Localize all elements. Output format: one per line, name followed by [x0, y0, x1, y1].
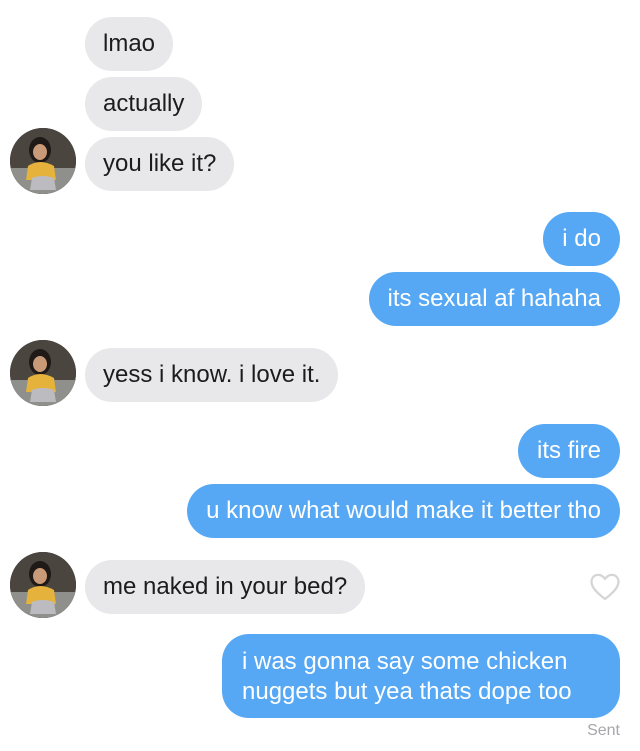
contact-avatar[interactable]: [10, 552, 76, 618]
avatar-photo: [10, 340, 76, 406]
message-bubble-received[interactable]: yess i know. i love it.: [85, 348, 339, 402]
heart-outline-icon[interactable]: [587, 569, 623, 605]
message-bubble-sent[interactable]: its fire: [517, 424, 620, 478]
message-bubble-received[interactable]: me naked in your bed?: [85, 560, 366, 614]
message-bubble-sent[interactable]: u know what would make it better tho: [187, 484, 620, 538]
contact-avatar[interactable]: [10, 340, 76, 406]
message-bubble-received[interactable]: you like it?: [85, 137, 235, 191]
delivery-status: Sent: [587, 722, 620, 739]
avatar-photo: [10, 552, 76, 618]
message-bubble-received[interactable]: lmao: [85, 17, 174, 71]
message-bubble-received[interactable]: actually: [85, 77, 203, 131]
message-bubble-sent[interactable]: i do: [543, 212, 620, 266]
contact-avatar[interactable]: [10, 128, 76, 194]
message-bubble-sent[interactable]: i was gonna say some chicken nuggets but…: [222, 634, 620, 718]
avatar-photo: [10, 128, 76, 194]
message-bubble-sent[interactable]: its sexual af hahaha: [368, 272, 620, 326]
